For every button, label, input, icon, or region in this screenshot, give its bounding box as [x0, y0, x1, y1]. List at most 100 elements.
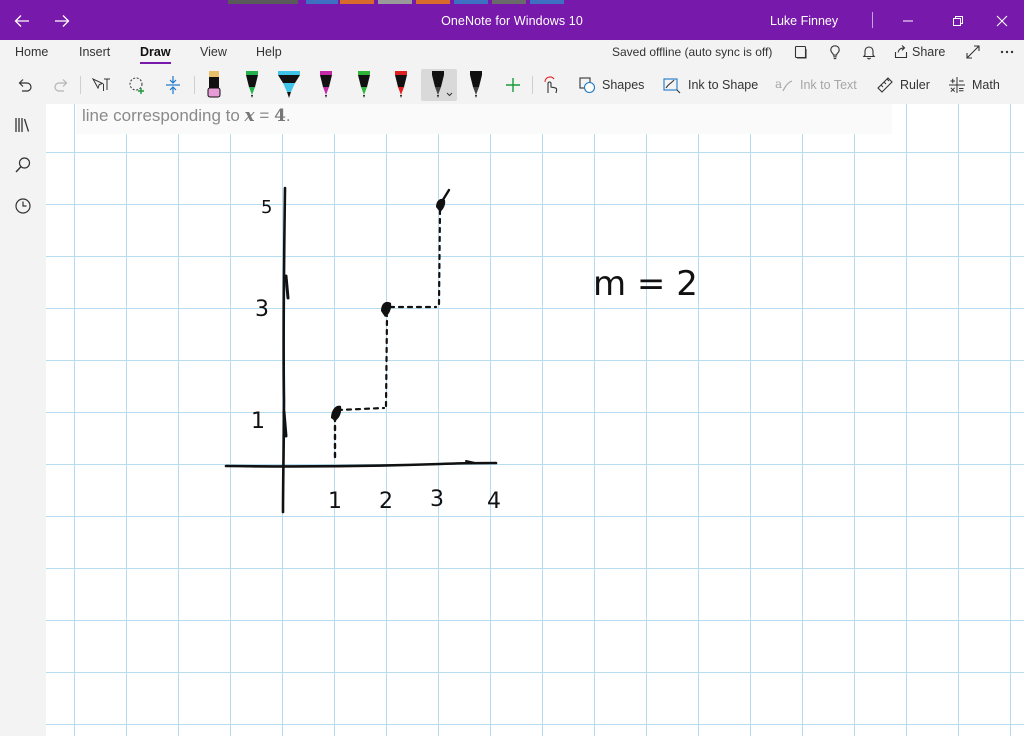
tab-home[interactable]: Home	[15, 45, 48, 59]
tab-view[interactable]: View	[200, 45, 227, 59]
note-page-canvas[interactable]: line corresponding to x = 4. 1 3 5 1 2 3…	[46, 104, 1024, 736]
ink-x-label-1: 1	[328, 489, 342, 514]
ink-x-label-2: 2	[379, 489, 393, 514]
highlighter-icon	[278, 71, 300, 98]
ink-to-shape-icon	[663, 78, 681, 94]
type-select-button[interactable]: I	[88, 69, 114, 101]
ink-point-3	[436, 198, 446, 212]
math-button[interactable]: Math	[948, 69, 1000, 101]
title-bar: OneNote for Windows 10 Luke Finney	[0, 0, 1024, 40]
ink-y-axis	[281, 186, 287, 514]
ink-y-label-5: 5	[261, 197, 272, 218]
share-label[interactable]: Share	[912, 45, 945, 59]
full-screen-button[interactable]	[962, 42, 984, 62]
ink-y-label-1: 1	[251, 409, 265, 434]
add-pen-button[interactable]	[500, 69, 526, 101]
search-icon	[15, 157, 31, 173]
pen-black-2-tool[interactable]	[464, 69, 488, 101]
search-button[interactable]	[12, 154, 34, 176]
ink-dashed-horizontal-1	[336, 406, 386, 412]
highlighter-pink-tool[interactable]	[202, 69, 226, 101]
clock-icon	[15, 198, 31, 214]
back-button[interactable]	[8, 8, 36, 34]
pen-black-tool-selected[interactable]	[421, 69, 457, 101]
ellipsis-icon	[1000, 50, 1014, 54]
recent-notes-button[interactable]	[12, 195, 34, 217]
ink-x-axis	[224, 461, 498, 468]
add-space-button[interactable]	[160, 69, 186, 101]
taskbar-strip	[228, 0, 808, 4]
restore-button[interactable]	[938, 6, 978, 36]
pen-green-2-tool[interactable]	[352, 69, 376, 101]
insert-space-icon	[166, 76, 180, 94]
ink-dashed-vertical-2	[384, 314, 389, 408]
pen-green-tool[interactable]	[240, 69, 264, 101]
restore-icon	[953, 16, 963, 26]
ink-drawing[interactable]: 1 3 5 1 2 3 4 m = 2	[46, 104, 1024, 736]
sync-status: Saved offline (auto sync is off)	[612, 45, 773, 59]
ruler-label: Ruler	[900, 78, 930, 92]
touch-hand-icon	[544, 76, 558, 94]
pen-icon	[395, 71, 407, 98]
pen-magenta-tool[interactable]	[314, 69, 338, 101]
undo-icon	[18, 79, 32, 92]
window-title: OneNote for Windows 10	[441, 14, 583, 28]
notebook-sync-button[interactable]	[790, 42, 812, 62]
redo-icon	[54, 79, 68, 92]
undo-button[interactable]	[12, 69, 38, 101]
pen-red-tool[interactable]	[389, 69, 413, 101]
ink-to-text-label: Ink to Text	[800, 78, 857, 92]
library-icon	[15, 118, 30, 132]
lasso-select-button[interactable]	[124, 69, 150, 101]
ink-point-2	[381, 301, 392, 317]
ink-to-text-icon: a	[775, 77, 793, 92]
forward-button[interactable]	[48, 8, 76, 34]
bell-icon	[862, 46, 876, 60]
shapes-button[interactable]: Shapes	[578, 69, 644, 101]
arrow-left-icon	[14, 15, 29, 27]
share-button[interactable]	[890, 42, 912, 62]
ink-to-shape-label: Ink to Shape	[688, 78, 759, 92]
ink-y-label-3: 3	[255, 297, 269, 322]
toolbar-divider	[194, 76, 195, 94]
touch-draw-button[interactable]	[538, 69, 564, 101]
arrow-right-icon	[55, 15, 70, 27]
ink-point-1	[331, 405, 342, 421]
notebooks-button[interactable]	[12, 114, 34, 136]
close-icon	[996, 15, 1008, 27]
notifications-button[interactable]	[858, 42, 880, 62]
math-icon	[949, 77, 965, 93]
pen-icon	[246, 71, 258, 98]
text-select-icon: I	[91, 77, 110, 94]
ruler-button[interactable]: Ruler	[876, 69, 930, 101]
notebook-icon	[794, 45, 807, 59]
ink-to-shape-button[interactable]: Ink to Shape	[662, 69, 758, 101]
tell-me-button[interactable]	[824, 42, 846, 62]
close-button[interactable]	[982, 6, 1022, 36]
minimize-icon	[903, 20, 913, 22]
more-options-button[interactable]	[996, 42, 1018, 62]
ink-x-label-4: 4	[487, 489, 501, 514]
tab-draw[interactable]: Draw	[140, 45, 171, 64]
ink-dashed-vertical-3	[437, 208, 442, 306]
ink-tick-y1	[282, 410, 288, 438]
svg-text:I: I	[102, 83, 105, 94]
expand-icon	[966, 45, 980, 59]
toolbar-divider	[80, 76, 81, 94]
ink-tick-y3	[284, 274, 290, 300]
pen-icon	[432, 71, 453, 98]
math-label: Math	[972, 78, 1000, 92]
minimize-button[interactable]	[888, 6, 928, 36]
shapes-label: Shapes	[602, 78, 645, 92]
tab-help[interactable]: Help	[256, 45, 282, 59]
highlighter-icon	[207, 71, 221, 98]
tab-insert[interactable]: Insert	[79, 45, 110, 59]
toolbar-divider	[532, 76, 533, 94]
ink-to-text-button[interactable]: a Ink to Text	[774, 69, 857, 101]
lasso-icon	[129, 77, 144, 94]
highlighter-cyan-tool[interactable]	[274, 69, 304, 101]
ink-x-label-3: 3	[430, 487, 444, 512]
ruler-icon	[877, 77, 893, 93]
redo-button[interactable]	[48, 69, 74, 101]
user-account-name[interactable]: Luke Finney	[770, 14, 838, 28]
